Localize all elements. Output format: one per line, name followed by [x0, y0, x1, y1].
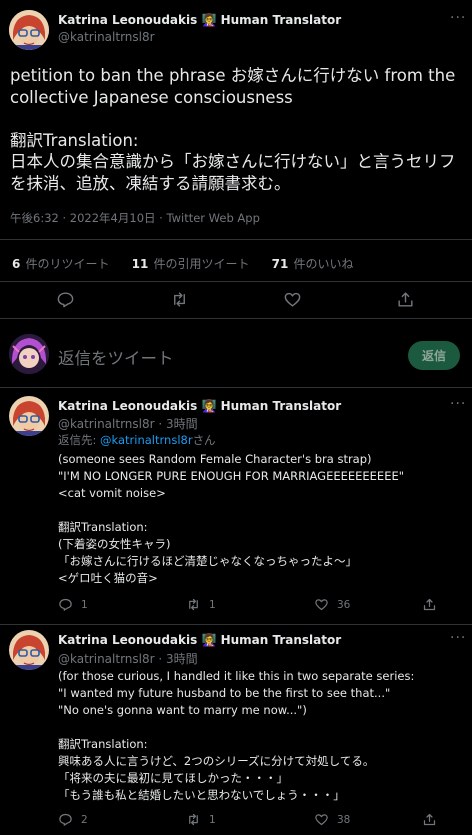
like-icon[interactable] — [314, 812, 329, 827]
reply-handle-time[interactable]: @katrinaltrnsl8r · 3時間 — [58, 650, 198, 667]
author-avatar-image — [9, 10, 49, 50]
divider — [0, 281, 472, 282]
divider — [0, 624, 472, 625]
more-options-icon[interactable]: ··· — [450, 630, 466, 646]
reply-text: (for those curious, I handled it like th… — [58, 669, 415, 802]
divider — [0, 387, 472, 388]
likes-label: 件のいいね — [293, 257, 354, 271]
share-icon[interactable] — [422, 597, 437, 612]
tweet-text: petition to ban the phrase お嫁さんに行けない fro… — [10, 66, 456, 193]
share-icon[interactable] — [396, 290, 415, 309]
likes-stat[interactable]: 71 件のいいね — [272, 253, 354, 272]
user-avatar[interactable] — [9, 334, 49, 374]
like-icon[interactable] — [283, 290, 302, 309]
retweets-count: 6 — [12, 257, 21, 271]
share-icon[interactable] — [422, 812, 437, 827]
retweet-icon[interactable] — [186, 597, 201, 612]
like-count: 38 — [337, 814, 351, 826]
tweet-stats: 6 件のリツイート 11 件の引用ツイート 71 件のいいね — [12, 253, 353, 272]
quotes-count: 11 — [131, 257, 149, 271]
retweet-count: 1 — [209, 599, 216, 611]
more-options-icon[interactable]: ··· — [450, 10, 466, 26]
like-icon[interactable] — [314, 597, 329, 612]
divider — [0, 239, 472, 240]
quotes-stat[interactable]: 11 件の引用ツイート — [132, 253, 250, 272]
replying-to-handle[interactable]: @katrinaltrnsl8r — [100, 433, 193, 447]
reply-author-avatar-image — [9, 396, 49, 436]
reply-icon[interactable] — [56, 290, 75, 309]
reply-author-name[interactable]: Katrina Leonoudakis 👩‍🏫 Human Translator — [58, 399, 341, 413]
reply-author-avatar[interactable] — [9, 630, 49, 670]
reply-input[interactable]: 返信をツイート — [58, 345, 174, 369]
more-options-icon[interactable]: ··· — [450, 396, 466, 412]
reply-count: 1 — [81, 599, 88, 611]
reply-text: (someone sees Random Female Character's … — [58, 452, 405, 585]
likes-count: 71 — [271, 257, 289, 271]
retweet-icon[interactable] — [170, 290, 189, 309]
user-avatar-image — [9, 334, 49, 374]
replying-to-prefix: 返信先: — [58, 433, 101, 447]
retweets-stat[interactable]: 6 件のリツイート — [12, 253, 109, 272]
reply-author-avatar-image — [9, 630, 49, 670]
author-handle[interactable]: @katrinaltrnsl8r — [58, 30, 155, 44]
retweet-icon[interactable] — [186, 812, 201, 827]
replying-to: 返信先: @katrinaltrnsl8rさん — [58, 432, 216, 448]
reply-icon[interactable] — [58, 597, 73, 612]
quotes-label: 件の引用ツイート — [153, 257, 250, 271]
reply-author-avatar[interactable] — [9, 396, 49, 436]
reply-count: 2 — [81, 814, 88, 826]
author-avatar[interactable] — [9, 10, 49, 50]
replying-to-suffix: さん — [192, 433, 216, 447]
author-name[interactable]: Katrina Leonoudakis 👩‍🏫 Human Translator — [58, 13, 341, 27]
tweet-timestamp[interactable]: 午後6:32 · 2022年4月10日 · Twitter Web App — [10, 210, 260, 226]
reply-button[interactable]: 返信 — [408, 341, 460, 370]
reply-handle-time[interactable]: @katrinaltrnsl8r · 3時間 — [58, 415, 198, 432]
reply-author-name[interactable]: Katrina Leonoudakis 👩‍🏫 Human Translator — [58, 633, 341, 647]
like-count: 36 — [337, 599, 351, 611]
retweets-label: 件のリツイート — [25, 257, 110, 271]
reply-icon[interactable] — [58, 812, 73, 827]
divider — [0, 318, 472, 319]
retweet-count: 1 — [209, 814, 216, 826]
